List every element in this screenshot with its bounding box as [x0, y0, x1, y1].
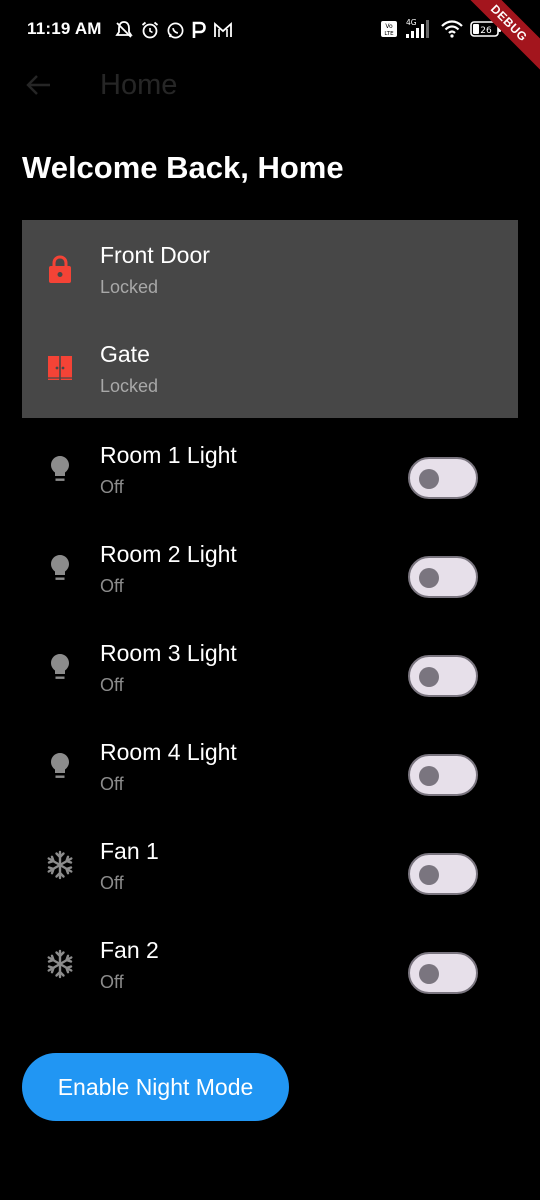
lightbulb-icon — [51, 654, 69, 679]
device-name: Fan 1 — [100, 838, 159, 864]
switch-knob — [419, 667, 439, 687]
device-row-room-1-light: Room 1 Light Off — [22, 418, 518, 517]
enable-night-mode-button[interactable]: Enable Night Mode — [22, 1053, 289, 1121]
svg-text:Vo: Vo — [385, 23, 393, 30]
app-bar: Home — [0, 60, 540, 110]
status-notification-icons — [114, 20, 233, 40]
device-row-room-4-light: Room 4 Light Off — [22, 715, 518, 814]
lightbulb-icon — [51, 555, 69, 580]
network-type: 4G — [406, 18, 417, 27]
fan-2-switch[interactable] — [408, 952, 478, 994]
fan-1-switch[interactable] — [408, 853, 478, 895]
device-row-fan-1: Fan 1 Off — [22, 814, 518, 913]
battery-level: 26 — [480, 26, 492, 36]
gmail-icon — [214, 22, 232, 37]
switch-knob — [419, 865, 439, 885]
svg-text:LTE: LTE — [384, 31, 394, 37]
lightbulb-icon — [51, 753, 69, 778]
device-name: Room 2 Light — [100, 541, 237, 567]
switch-knob — [419, 568, 439, 588]
welcome-heading: Welcome Back, Home — [22, 150, 344, 185]
device-name: Room 1 Light — [100, 442, 237, 468]
whatsapp-icon — [167, 22, 184, 38]
device-name: Room 3 Light — [100, 640, 237, 666]
lock-icon — [49, 255, 71, 283]
fan-icon — [47, 949, 73, 979]
mute-icon — [115, 21, 133, 38]
device-row-fan-2: Fan 2 Off — [22, 913, 518, 1012]
locks-panel: Front Door Locked Gate Locked — [22, 220, 518, 418]
wifi-icon — [441, 20, 463, 38]
status-time: 11:19 AM — [27, 19, 102, 38]
device-status: Off — [100, 576, 124, 596]
room-3-light-switch[interactable] — [408, 655, 478, 697]
lightbulb-icon — [51, 456, 69, 481]
switch-knob — [419, 766, 439, 786]
device-status: Off — [100, 972, 124, 992]
lock-status: Locked — [100, 376, 159, 396]
room-2-light-switch[interactable] — [408, 556, 478, 598]
room-4-light-switch[interactable] — [408, 754, 478, 796]
lock-item-front-door[interactable]: Front Door Locked — [22, 220, 518, 319]
lock-name: Front Door — [100, 242, 210, 268]
switch-knob — [419, 964, 439, 984]
volte-icon: Vo LTE — [381, 21, 397, 37]
device-row-room-3-light: Room 3 Light Off — [22, 616, 518, 715]
gate-icon — [48, 356, 72, 380]
status-system-icons: Vo LTE 4G 26 — [380, 18, 502, 40]
lock-status: Locked — [100, 277, 159, 297]
device-status: Off — [100, 873, 124, 893]
app-bar-title: Home — [100, 69, 178, 101]
device-status: Off — [100, 477, 124, 497]
lock-item-gate[interactable]: Gate Locked — [22, 319, 518, 418]
signal-icon: 4G — [406, 18, 429, 38]
fan-icon — [47, 850, 73, 880]
status-bar: 11:19 AM Vo LTE 4G 26 — [0, 0, 540, 60]
device-row-room-2-light: Room 2 Light Off — [22, 517, 518, 616]
room-1-light-switch[interactable] — [408, 457, 478, 499]
paytm-icon — [192, 21, 206, 38]
switch-knob — [419, 469, 439, 489]
alarm-icon — [141, 21, 159, 39]
device-name: Fan 2 — [100, 937, 159, 963]
device-status: Off — [100, 675, 124, 695]
device-status: Off — [100, 774, 124, 794]
device-name: Room 4 Light — [100, 739, 237, 765]
back-arrow-icon[interactable] — [26, 73, 52, 97]
lock-name: Gate — [100, 341, 150, 367]
